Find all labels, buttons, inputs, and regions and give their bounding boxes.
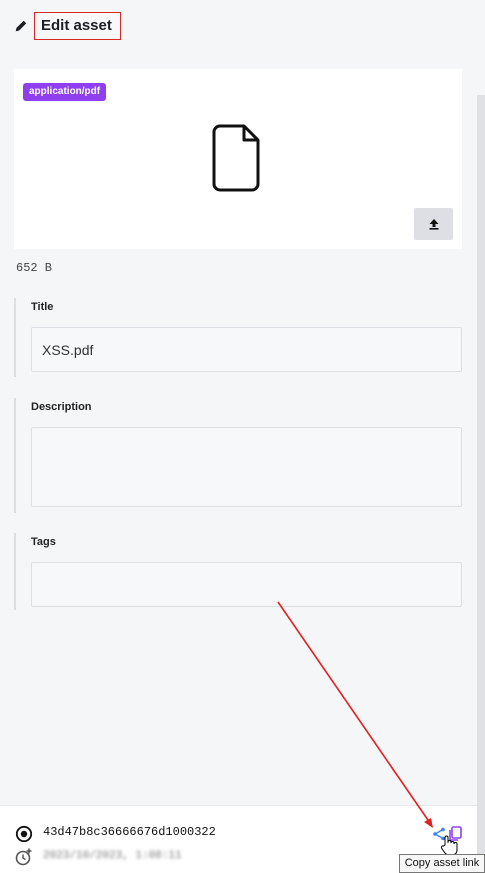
tags-field-group: Tags <box>14 533 462 610</box>
asset-preview: application/pdf <box>14 69 462 249</box>
tags-input[interactable] <box>31 562 462 607</box>
upload-button[interactable] <box>414 208 453 240</box>
tags-label: Tags <box>31 536 56 548</box>
pencil-icon <box>15 20 27 32</box>
copy-link-tooltip: Copy asset link <box>399 854 485 873</box>
description-label: Description <box>31 401 92 413</box>
page-title: Edit asset <box>34 12 121 40</box>
upload-icon <box>429 219 438 230</box>
file-icon <box>212 124 260 192</box>
title-label: Title <box>31 301 54 313</box>
description-textarea[interactable] <box>31 427 462 507</box>
clock-plus-icon <box>15 848 32 866</box>
hand-cursor-icon <box>440 835 458 856</box>
header: Edit asset <box>14 12 121 40</box>
file-size: 652 B <box>16 261 53 275</box>
created-timestamp: 2023/10/2023, 1:08:11 <box>43 850 182 862</box>
asset-id: 43d47b8c36666676d1000322 <box>43 825 216 839</box>
description-field-group: Description <box>14 398 462 513</box>
target-icon <box>15 825 33 843</box>
title-input[interactable] <box>31 327 462 372</box>
scrollbar[interactable] <box>477 95 485 873</box>
title-field-group: Title <box>14 298 462 377</box>
mime-type-badge: application/pdf <box>23 83 107 101</box>
